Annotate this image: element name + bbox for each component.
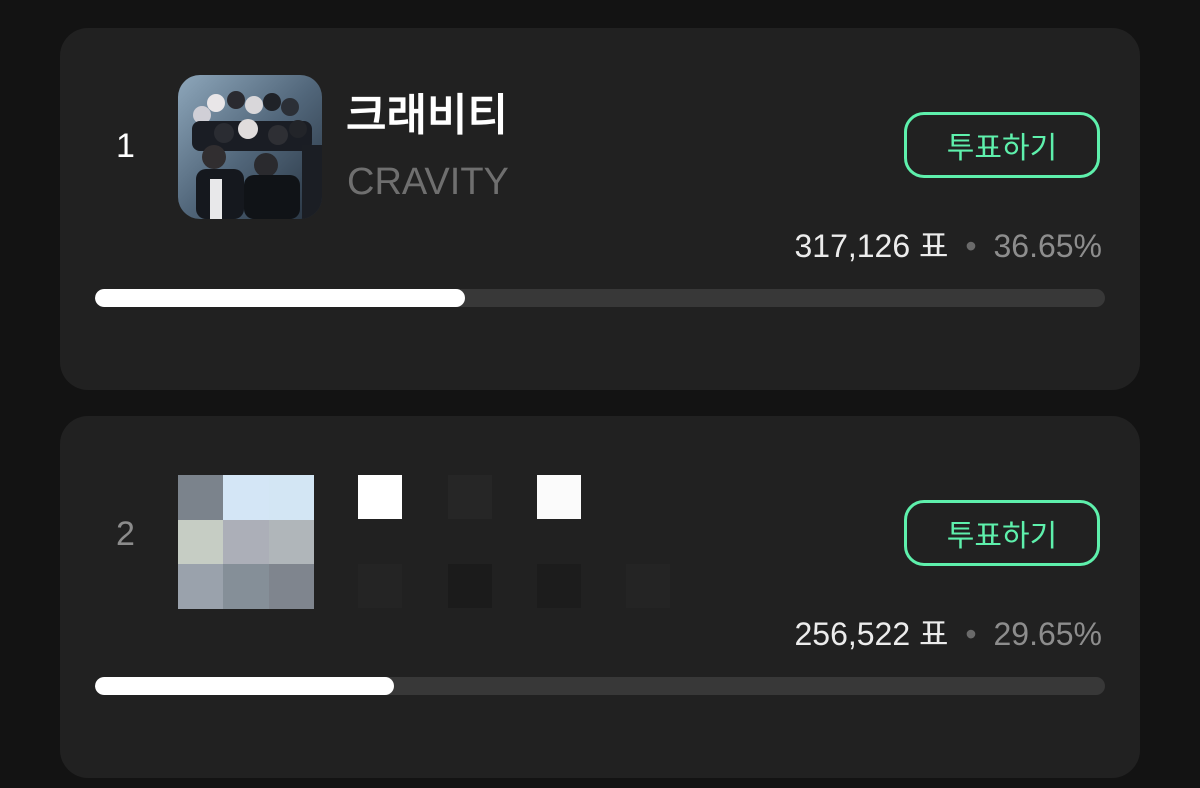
- vote-count: 256,522: [794, 616, 911, 652]
- rank-number: 2: [116, 515, 135, 553]
- ranking-card-2[interactable]: 2 투표하기 256,522 표 • 29.65%: [60, 416, 1140, 778]
- vote-percentage: 29.65%: [993, 616, 1102, 652]
- vote-percentage: 36.65%: [993, 228, 1102, 264]
- ranking-card-1[interactable]: 1 크래비티 CRAVITY 투표하기 317,126 표 • 36.65%: [60, 28, 1140, 390]
- pixelated-artist-photo: [178, 475, 314, 609]
- artist-name: 크래비티: [346, 90, 508, 141]
- vote-count: 317,126: [794, 228, 911, 264]
- separator-dot: •: [965, 616, 977, 652]
- artist-photo: [178, 75, 322, 219]
- vote-unit: 표: [919, 227, 949, 265]
- separator-dot: •: [965, 228, 977, 264]
- artist-english-name: CRAVITY: [347, 161, 509, 203]
- vote-stats: 256,522 표 • 29.65%: [794, 612, 1102, 656]
- vote-progress-bar: [95, 289, 1105, 307]
- vote-progress-fill: [95, 677, 395, 695]
- vote-unit: 표: [919, 615, 949, 653]
- vote-progress-bar: [95, 677, 1105, 695]
- vote-button[interactable]: 투표하기: [904, 500, 1100, 566]
- vote-progress-fill: [95, 289, 466, 307]
- vote-stats: 317,126 표 • 36.65%: [794, 224, 1102, 268]
- vote-button[interactable]: 투표하기: [904, 112, 1100, 178]
- rank-number: 1: [116, 127, 135, 165]
